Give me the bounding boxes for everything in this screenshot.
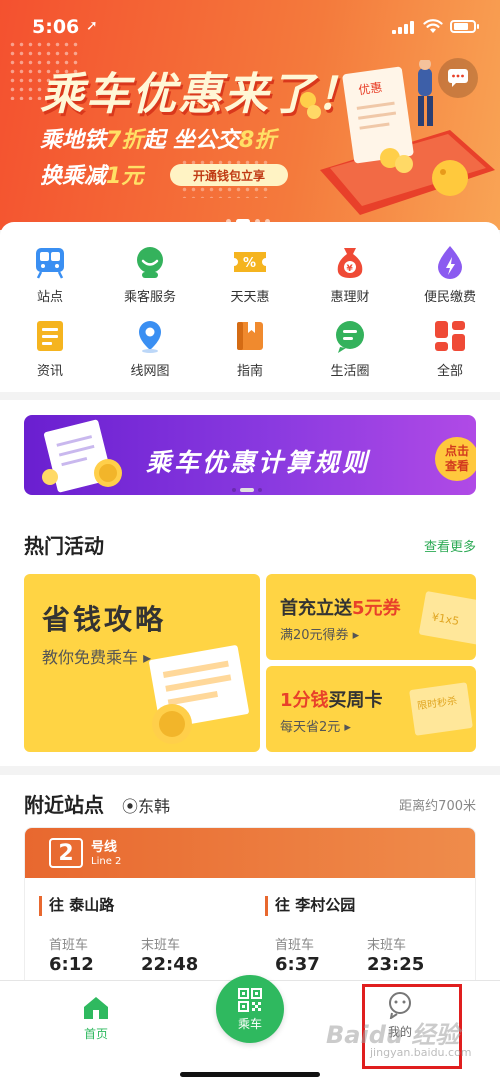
card-title: 首充立送5元券 xyxy=(280,598,401,619)
menu-item-bill-payment[interactable]: 便民缴费 xyxy=(400,244,500,305)
menu-label: 线网图 xyxy=(130,364,170,379)
menu-label: 生活圈 xyxy=(330,364,370,379)
card-title: 1分钱买周卡 xyxy=(280,690,383,711)
menu-label: 惠理财 xyxy=(330,290,370,305)
direction-name: 往 泰山路 xyxy=(49,896,115,914)
watermark: Baidu 经验 xyxy=(326,1021,460,1049)
tab-home-label: 首页 xyxy=(83,1027,108,1041)
last-train-time: 22:48 xyxy=(141,954,199,975)
line-header: 2 号线 Line 2 xyxy=(25,828,475,878)
coupon-icon: % xyxy=(232,244,268,280)
card-subtitle: 满20元得券 ▸ xyxy=(280,628,360,643)
app-home-screen: 5:06 ➚ 乘车优惠来了！ 乘地铁7折起 坐公交8折 换乘减1元 开通钱包立享 xyxy=(0,0,500,1086)
receipt-coin-illustration xyxy=(42,419,122,493)
service-menu: 站点 乘客服务 % 天天惠 ¥ 惠理财 便民缴费 资讯 线网图 指南 生活圈 全… xyxy=(0,222,500,392)
nearby-stations-section: 附近站点 ⦿东韩 距离约700米 2 号线 Line 2 往 泰山路 首班车 6… xyxy=(0,775,500,1007)
menu-label: 便民缴费 xyxy=(423,290,476,305)
line-english-name: Line 2 xyxy=(91,856,122,867)
promo-title: 乘车优惠计算规则 xyxy=(146,448,371,477)
see-more-link[interactable]: 查看更多 xyxy=(424,536,476,555)
first-train-label: 首班车 xyxy=(275,938,315,953)
first-recharge-card[interactable]: 首充立送5元券 满20元得券 ▸ ¥1x5 xyxy=(266,574,476,660)
money-saving-guide-card[interactable]: 省钱攻略 教你免费乘车 ▸ xyxy=(24,574,260,752)
menu-item-all[interactable]: 全部 xyxy=(400,318,500,379)
line-name: 号线 xyxy=(91,840,118,855)
direction-marker xyxy=(265,896,268,916)
home-indicator xyxy=(180,1072,320,1077)
menu-item-life-circle[interactable]: 生活圈 xyxy=(300,318,400,379)
menu-row-1: 站点 乘客服务 % 天天惠 ¥ 惠理财 便民缴费 xyxy=(0,244,500,305)
phone-illustration: 优惠 xyxy=(300,60,495,215)
subway-station-icon xyxy=(32,244,68,280)
first-train-time: 6:12 xyxy=(49,954,94,975)
direction-name: 往 李村公园 xyxy=(275,896,356,914)
menu-item-network-map[interactable]: 线网图 xyxy=(100,318,200,379)
menu-item-daily-deals[interactable]: % 天天惠 xyxy=(200,244,300,305)
first-train-label: 首班车 xyxy=(49,938,89,953)
coupon-illustration: ¥1x5 xyxy=(419,591,476,645)
all-grid-icon xyxy=(432,318,468,354)
first-train-time: 6:37 xyxy=(275,954,320,975)
menu-item-finance[interactable]: ¥ 惠理财 xyxy=(300,244,400,305)
menu-label: 资讯 xyxy=(36,364,63,379)
customer-service-icon xyxy=(132,244,168,280)
tickets-coin-illustration xyxy=(149,645,249,744)
hot-activities-title: 热门活动 xyxy=(24,534,104,558)
lightning-drop-icon xyxy=(432,244,468,280)
location-pin-icon: ⦿ xyxy=(122,797,139,816)
line-number-badge: 2 xyxy=(49,838,83,868)
hero-banner[interactable]: 5:06 ➚ 乘车优惠来了！ 乘地铁7折起 坐公交8折 换乘减1元 开通钱包立享 xyxy=(0,0,500,230)
tab-ride-label: 乘车 xyxy=(237,1016,262,1031)
wifi-icon xyxy=(423,19,443,33)
fare-rules-banner[interactable]: 乘车优惠计算规则 点击 查看 xyxy=(24,415,476,495)
card-subtitle: 每天省2元 ▸ xyxy=(280,720,351,735)
nearby-title: 附近站点 xyxy=(24,793,104,817)
guide-book-icon xyxy=(232,318,268,354)
watermark-url: jingyan.baidu.com xyxy=(370,1046,472,1059)
map-pin-icon xyxy=(132,318,168,354)
home-icon xyxy=(84,997,108,1019)
nearby-location[interactable]: ⦿东韩 xyxy=(122,793,170,817)
location-arrow-icon: ➚ xyxy=(86,18,98,34)
open-wallet-button[interactable]: 开通钱包立享 xyxy=(170,164,288,186)
weekly-card-deal[interactable]: 1分钱买周卡 每天省2元 ▸ 限时秒杀 xyxy=(266,666,476,752)
chat-bubble-icon xyxy=(332,318,368,354)
menu-row-2: 资讯 线网图 指南 生活圈 全部 xyxy=(0,318,500,379)
menu-item-news[interactable]: 资讯 xyxy=(0,318,100,379)
menu-label: 指南 xyxy=(236,364,263,379)
last-train-label: 末班车 xyxy=(141,938,181,953)
cellular-signal-icon xyxy=(392,20,416,34)
status-time: 5:06 xyxy=(32,16,80,38)
menu-label: 天天惠 xyxy=(230,290,270,305)
card-title: 省钱攻略 xyxy=(42,603,167,636)
money-bag-icon: ¥ xyxy=(332,244,368,280)
svg-text:¥: ¥ xyxy=(347,264,354,274)
promo-carousel-indicator[interactable] xyxy=(232,488,262,492)
menu-item-guide[interactable]: 指南 xyxy=(200,318,300,379)
last-train-label: 末班车 xyxy=(367,938,407,953)
status-bar: 5:06 ➚ xyxy=(0,0,500,48)
direction-marker xyxy=(39,896,42,916)
promo-section: 乘车优惠计算规则 点击 查看 xyxy=(0,400,500,506)
last-train-time: 23:25 xyxy=(367,954,425,975)
menu-label: 乘客服务 xyxy=(123,290,176,305)
qr-code-icon xyxy=(238,987,262,1012)
hero-subtitle-2: 换乘减1元 xyxy=(40,164,144,189)
nearby-distance: 距离约700米 xyxy=(399,799,476,814)
flash-sale-illustration: 限时秒杀 xyxy=(409,682,473,736)
menu-label: 站点 xyxy=(36,290,63,305)
tab-home[interactable]: 首页 xyxy=(66,995,126,1042)
hero-subtitle: 乘地铁7折起 坐公交8折 xyxy=(40,128,277,153)
hot-activities-section: 热门活动 查看更多 省钱攻略 教你免费乘车 ▸ 首充立送5元券 满20元得券 ▸… xyxy=(0,506,500,766)
battery-icon xyxy=(450,20,479,33)
menu-label: 全部 xyxy=(436,364,463,379)
tab-ride[interactable]: 乘车 xyxy=(216,975,284,1043)
menu-item-passenger-service[interactable]: 乘客服务 xyxy=(100,244,200,305)
svg-text:%: % xyxy=(243,256,256,271)
view-details-button[interactable]: 点击 查看 xyxy=(435,437,476,481)
news-icon xyxy=(32,318,68,354)
menu-item-station[interactable]: 站点 xyxy=(0,244,100,305)
